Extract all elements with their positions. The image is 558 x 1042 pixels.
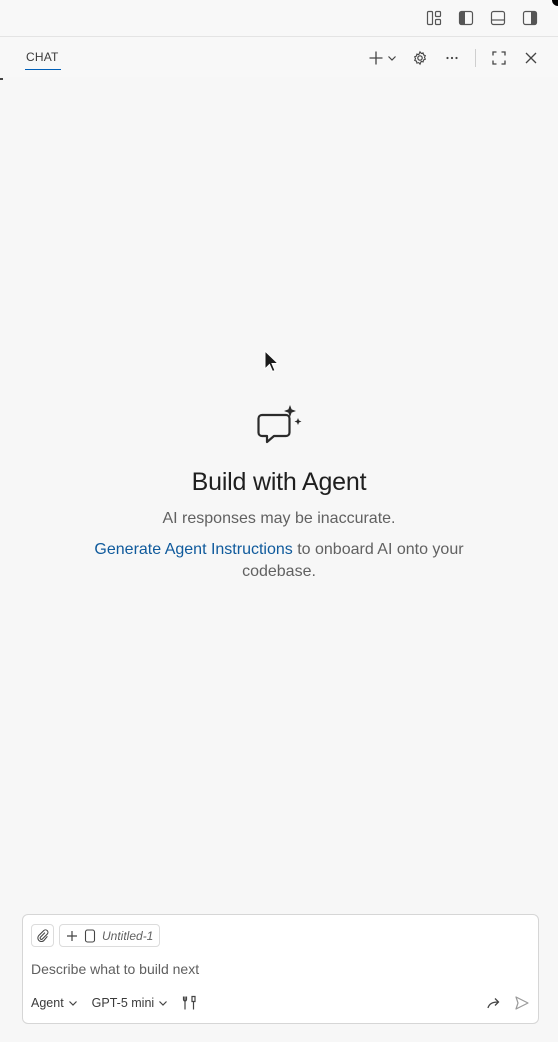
send-button[interactable] (514, 995, 530, 1011)
plus-icon (369, 51, 383, 65)
tools-button[interactable] (182, 995, 198, 1011)
model-picker[interactable]: GPT-5 mini (92, 996, 169, 1010)
model-label: GPT-5 mini (91, 996, 155, 1010)
gear-icon (413, 50, 427, 66)
chevron-down-icon (159, 1001, 168, 1006)
paperclip-icon (37, 929, 49, 942)
empty-state-title: Build with Agent (191, 468, 367, 496)
tools-icon (183, 995, 196, 1010)
file-icon (84, 928, 96, 943)
chat-header: CHAT (0, 37, 558, 77)
customize-layout-icon[interactable] (424, 8, 444, 28)
context-file-chip[interactable]: Untitled-1 (59, 924, 161, 947)
chat-sparkle-icon (256, 403, 304, 456)
new-chat-button[interactable] (368, 47, 397, 69)
empty-state-subtitle: AI responses may be inaccurate. (162, 510, 396, 527)
mode-picker[interactable]: Agent (31, 996, 78, 1010)
chat-window: CHAT Build with Agent AI responses may b… (0, 0, 558, 1042)
empty-state-instructions: Generate Agent Instructions to onboard A… (70, 539, 488, 583)
forward-arrow-icon (487, 998, 500, 1009)
header-divider (475, 49, 476, 67)
chat-input-box[interactable]: Untitled-1 Describe what to build next A… (22, 914, 539, 1024)
maximize-button[interactable] (488, 47, 510, 69)
edge-marker (0, 78, 3, 80)
toggle-secondary-sidebar-icon[interactable] (520, 8, 540, 28)
mouse-cursor-icon (262, 349, 280, 379)
send-icon (515, 996, 529, 1010)
more-actions-button[interactable] (441, 47, 463, 69)
layout-toolbar (0, 0, 558, 37)
attach-context-button[interactable] (31, 924, 54, 947)
more-icon (446, 56, 458, 60)
active-tab-indicator (25, 69, 61, 70)
toggle-panel-icon[interactable] (488, 8, 508, 28)
delegate-button[interactable] (486, 995, 502, 1011)
context-file-name: Untitled-1 (102, 928, 154, 943)
tab-chat[interactable]: CHAT (26, 50, 59, 64)
generate-instructions-link[interactable]: Generate Agent Instructions (94, 541, 292, 558)
mode-label: Agent (31, 996, 64, 1010)
close-button[interactable] (520, 47, 542, 69)
chevron-down-icon (68, 1001, 77, 1006)
chevron-down-icon (388, 56, 396, 61)
toggle-primary-sidebar-icon[interactable] (456, 8, 476, 28)
add-context-icon (67, 930, 77, 941)
close-icon (525, 52, 537, 64)
window-corner (552, 0, 558, 6)
settings-button[interactable] (409, 47, 431, 69)
chat-input-field[interactable]: Describe what to build next (31, 961, 199, 977)
maximize-icon (492, 51, 506, 65)
